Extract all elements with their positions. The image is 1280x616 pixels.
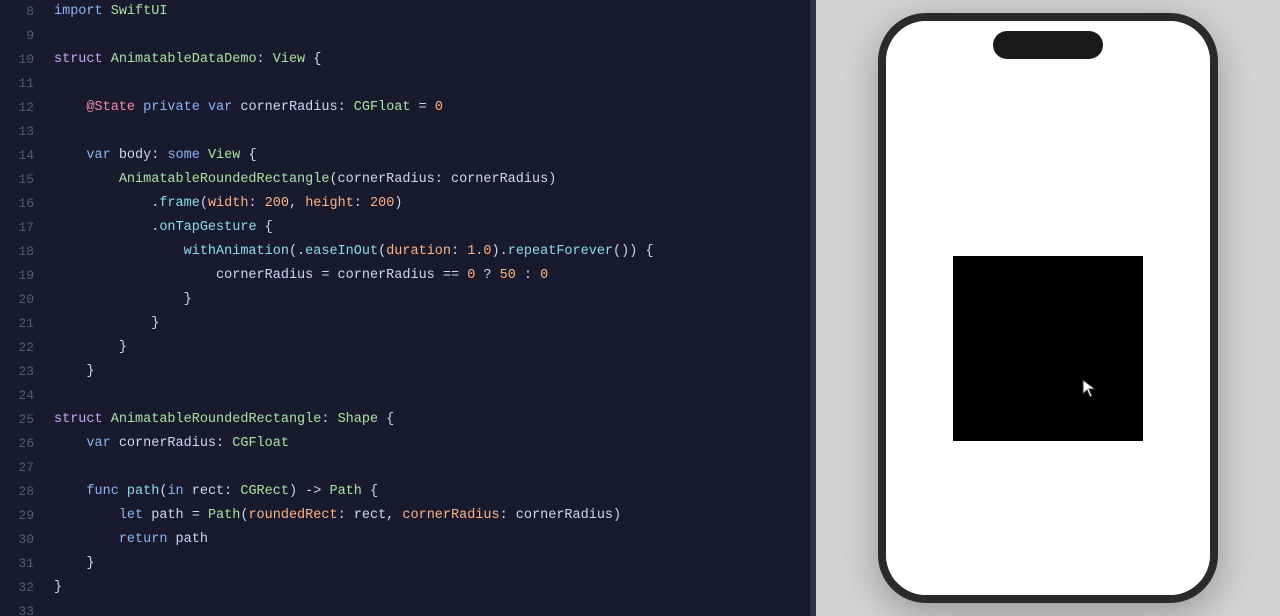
code-line: 29 let path = Path(roundedRect: rect, co… (0, 504, 810, 528)
line-number: 15 (0, 168, 50, 192)
line-code: struct AnimatableRoundedRectangle: Shape… (50, 408, 810, 432)
line-number: 25 (0, 408, 50, 432)
line-code: .frame(width: 200, height: 200) (50, 192, 810, 216)
line-code: @State private var cornerRadius: CGFloat… (50, 96, 810, 120)
line-code: func path(in rect: CGRect) -> Path { (50, 480, 810, 504)
code-line: 24 (0, 384, 810, 408)
phone-screen[interactable] (886, 21, 1210, 595)
code-line: 17 .onTapGesture { (0, 216, 810, 240)
line-code (50, 384, 810, 408)
code-line: 31 } (0, 552, 810, 576)
line-number: 32 (0, 576, 50, 600)
line-number: 33 (0, 600, 50, 616)
code-line: 23 } (0, 360, 810, 384)
line-number: 23 (0, 360, 50, 384)
code-line: 33 (0, 600, 810, 616)
line-number: 13 (0, 120, 50, 144)
preview-panel (816, 0, 1280, 616)
code-line: 22 } (0, 336, 810, 360)
line-number: 22 (0, 336, 50, 360)
phone-notch (993, 31, 1103, 59)
line-number: 19 (0, 264, 50, 288)
line-code: } (50, 576, 810, 600)
line-code: } (50, 552, 810, 576)
line-number: 20 (0, 288, 50, 312)
code-editor: 8import SwiftUI9 10struct AnimatableData… (0, 0, 810, 616)
line-number: 12 (0, 96, 50, 120)
line-code: } (50, 336, 810, 360)
code-line: 13 (0, 120, 810, 144)
code-line: 12 @State private var cornerRadius: CGFl… (0, 96, 810, 120)
phone-mockup (878, 13, 1218, 603)
line-code: .onTapGesture { (50, 216, 810, 240)
line-number: 18 (0, 240, 50, 264)
code-line: 9 (0, 24, 810, 48)
code-line: 15 AnimatableRoundedRectangle(cornerRadi… (0, 168, 810, 192)
line-code: } (50, 360, 810, 384)
code-line: 18 withAnimation(.easeInOut(duration: 1.… (0, 240, 810, 264)
code-line: 20 } (0, 288, 810, 312)
line-number: 9 (0, 24, 50, 48)
line-code: } (50, 312, 810, 336)
line-code (50, 72, 810, 96)
code-line: 14 var body: some View { (0, 144, 810, 168)
line-number: 27 (0, 456, 50, 480)
cursor-icon (1081, 378, 1103, 400)
line-number: 31 (0, 552, 50, 576)
line-number: 10 (0, 48, 50, 72)
line-number: 29 (0, 504, 50, 528)
code-line: 28 func path(in rect: CGRect) -> Path { (0, 480, 810, 504)
code-line: 10struct AnimatableDataDemo: View { (0, 48, 810, 72)
code-content: 8import SwiftUI9 10struct AnimatableData… (0, 0, 810, 616)
animated-rectangle[interactable] (953, 256, 1143, 441)
line-code: var body: some View { (50, 144, 810, 168)
line-number: 24 (0, 384, 50, 408)
line-code: } (50, 288, 810, 312)
line-number: 14 (0, 144, 50, 168)
line-code: cornerRadius = cornerRadius == 0 ? 50 : … (50, 264, 810, 288)
line-number: 16 (0, 192, 50, 216)
line-number: 30 (0, 528, 50, 552)
line-code: var cornerRadius: CGFloat (50, 432, 810, 456)
line-code (50, 600, 810, 616)
code-line: 19 cornerRadius = cornerRadius == 0 ? 50… (0, 264, 810, 288)
line-code (50, 24, 810, 48)
line-code (50, 120, 810, 144)
line-code: import SwiftUI (50, 0, 810, 24)
line-number: 17 (0, 216, 50, 240)
code-line: 32} (0, 576, 810, 600)
line-code: withAnimation(.easeInOut(duration: 1.0).… (50, 240, 810, 264)
line-code: let path = Path(roundedRect: rect, corne… (50, 504, 810, 528)
code-line: 11 (0, 72, 810, 96)
line-code (50, 456, 810, 480)
line-number: 21 (0, 312, 50, 336)
code-line: 8import SwiftUI (0, 0, 810, 24)
code-line: 27 (0, 456, 810, 480)
line-number: 28 (0, 480, 50, 504)
line-number: 11 (0, 72, 50, 96)
code-line: 16 .frame(width: 200, height: 200) (0, 192, 810, 216)
line-number: 8 (0, 0, 50, 24)
line-code: return path (50, 528, 810, 552)
code-line: 21 } (0, 312, 810, 336)
code-line: 30 return path (0, 528, 810, 552)
code-line: 25struct AnimatableRoundedRectangle: Sha… (0, 408, 810, 432)
line-number: 26 (0, 432, 50, 456)
line-code: AnimatableRoundedRectangle(cornerRadius:… (50, 168, 810, 192)
line-code: struct AnimatableDataDemo: View { (50, 48, 810, 72)
code-line: 26 var cornerRadius: CGFloat (0, 432, 810, 456)
